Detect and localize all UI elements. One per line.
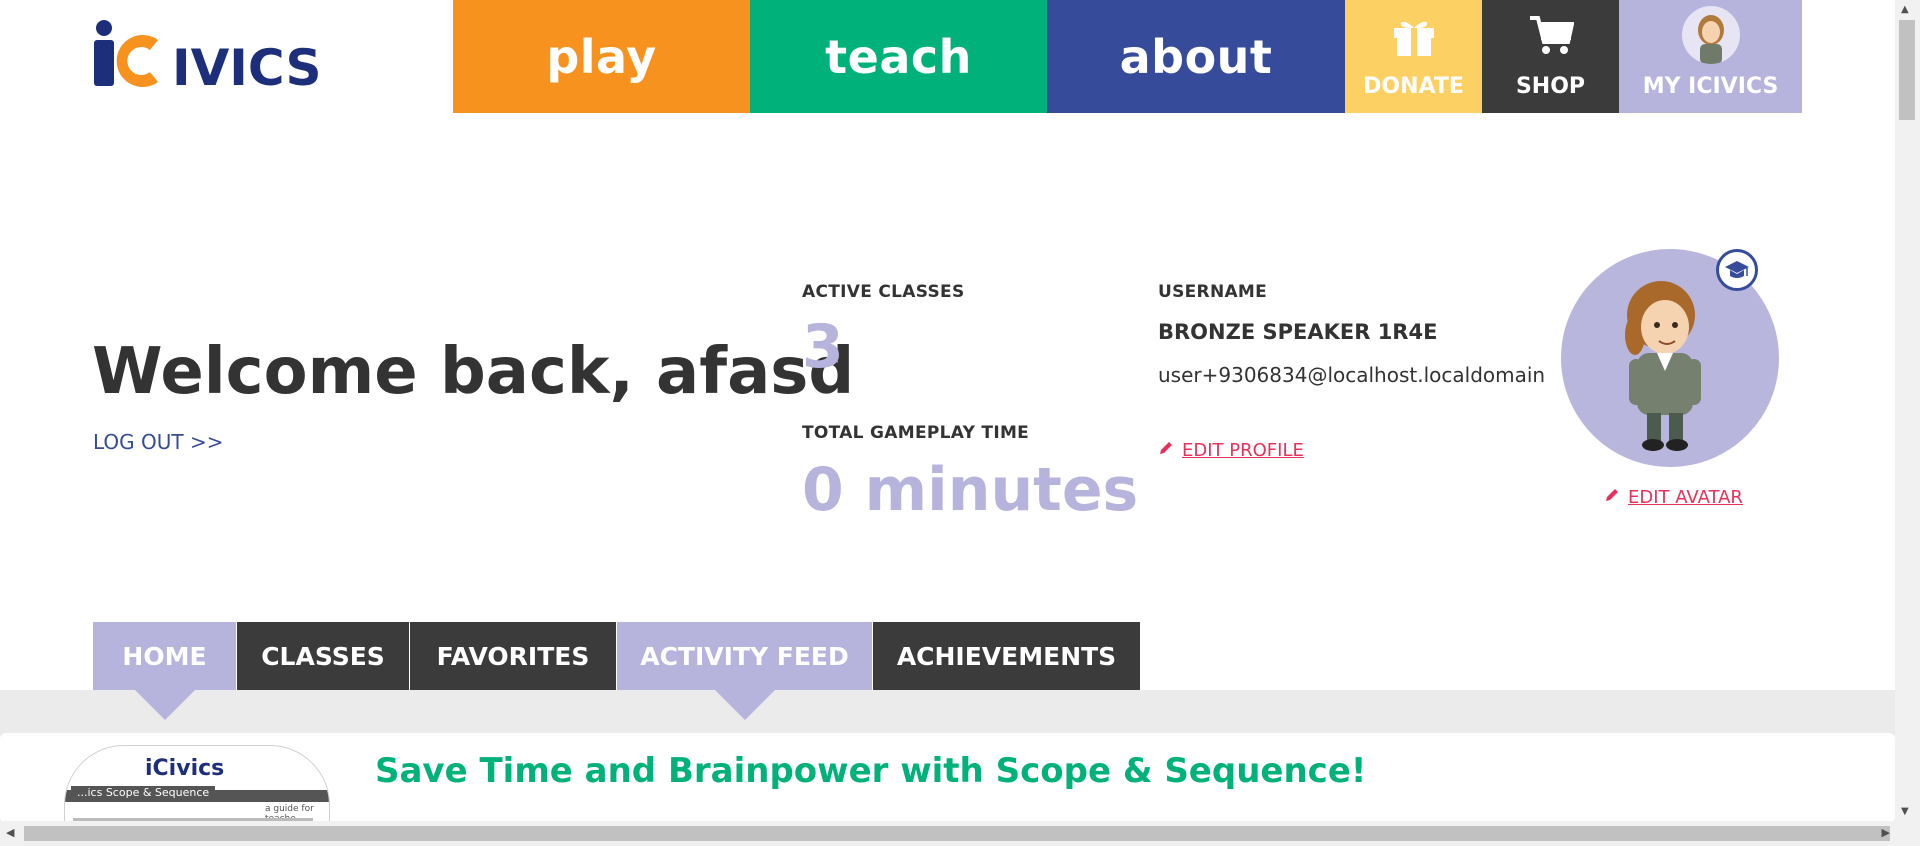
feed-card-title[interactable]: Save Time and Brainpower with Scope & Se… (375, 751, 1366, 791)
horizontal-scrollbar[interactable]: ◀ ▶ (0, 821, 1920, 846)
thumbnail-title: ...ics Scope & Sequence (71, 786, 216, 799)
nav-donate-label: DONATE (1363, 74, 1464, 99)
active-classes-value: 3 (802, 312, 844, 382)
profile-tabs: HOME CLASSES FAVORITES ACTIVITY FEED ACH… (93, 622, 1141, 720)
cart-icon (1528, 14, 1574, 62)
scope-sequence-thumbnail[interactable]: iCivics ...ics Scope & Sequence a guide … (64, 745, 330, 823)
vertical-scroll-thumb[interactable] (1899, 20, 1915, 120)
gameplay-time-value: 0 minutes (802, 455, 1139, 525)
tab-activity-feed[interactable]: ACTIVITY FEED (617, 622, 873, 720)
username-label: USERNAME (1158, 282, 1268, 302)
tab-home[interactable]: HOME (93, 622, 237, 720)
scroll-up-icon[interactable]: ▲ (1901, 4, 1909, 15)
nav-my-icivics-label: MY ICIVICS (1642, 74, 1779, 99)
scroll-down-icon[interactable]: ▼ (1901, 806, 1909, 817)
nav-about-label: about (1119, 29, 1273, 84)
nav-about[interactable]: about (1047, 0, 1345, 113)
gift-icon (1392, 16, 1436, 62)
feed-card[interactable]: iCivics ...ics Scope & Sequence a guide … (0, 733, 1895, 823)
tab-achievements-label: ACHIEVEMENTS (896, 641, 1117, 671)
scroll-right-icon[interactable]: ▶ (1882, 826, 1890, 839)
mini-avatar-icon (1681, 6, 1740, 64)
tab-achievements[interactable]: ACHIEVEMENTS (873, 622, 1141, 690)
nav-shop[interactable]: SHOP (1482, 0, 1619, 113)
horizontal-scroll-thumb[interactable] (24, 826, 1890, 841)
username-value: BRONZE SPEAKER 1R4E (1158, 320, 1438, 344)
nav-shop-label: SHOP (1515, 74, 1586, 99)
scroll-left-icon[interactable]: ◀ (6, 826, 14, 839)
nav-play[interactable]: play (453, 0, 750, 113)
icivics-logo[interactable]: IVICS (92, 20, 376, 90)
tab-classes-label: CLASSES (261, 641, 385, 671)
thumbnail-logo: iCivics (145, 756, 225, 781)
nav-teach[interactable]: teach (750, 0, 1047, 113)
pencil-icon (1604, 487, 1620, 508)
edit-profile-link[interactable]: EDIT PROFILE (1158, 440, 1304, 461)
vertical-scrollbar[interactable]: ▲ ▼ (1895, 0, 1920, 821)
nav-donate[interactable]: DONATE (1345, 0, 1482, 113)
graduation-cap-icon (1716, 249, 1758, 291)
nav-play-label: play (546, 29, 657, 84)
edit-profile-label: EDIT PROFILE (1182, 440, 1304, 461)
welcome-heading: Welcome back, afasd (92, 335, 855, 409)
nav-my-icivics[interactable]: MY ICIVICS (1619, 0, 1802, 113)
logout-link[interactable]: LOG OUT >> (93, 430, 224, 454)
email-address: user+9306834@localhost.localdomain (1158, 363, 1546, 387)
gameplay-time-label: TOTAL GAMEPLAY TIME (802, 423, 1030, 443)
tab-activity-feed-label: ACTIVITY FEED (640, 641, 849, 671)
tab-classes[interactable]: CLASSES (237, 622, 410, 690)
tab-favorites[interactable]: FAVORITES (410, 622, 617, 690)
tab-home-label: HOME (122, 641, 207, 671)
active-classes-label: ACTIVE CLASSES (802, 282, 965, 302)
edit-avatar-label: EDIT AVATAR (1628, 487, 1743, 508)
tab-favorites-label: FAVORITES (436, 641, 590, 671)
pencil-icon (1158, 440, 1174, 461)
nav-teach-label: teach (825, 29, 972, 84)
edit-avatar-link[interactable]: EDIT AVATAR (1604, 487, 1743, 508)
svg-text:IVICS: IVICS (172, 39, 322, 90)
